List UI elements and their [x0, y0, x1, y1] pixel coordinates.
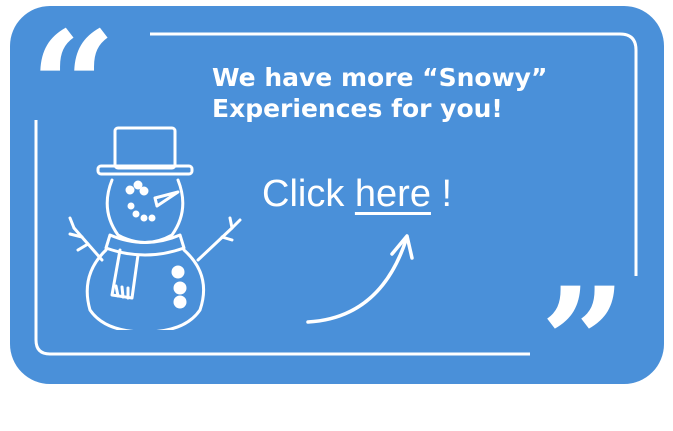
headline: We have more “Snowy” Experiences for you… [212, 62, 652, 124]
close-quote-icon: ” [540, 255, 627, 431]
cta-prefix: Click [262, 173, 355, 215]
headline-line-1: We have more “Snowy” [212, 63, 548, 92]
cta-suffix: ! [430, 173, 453, 215]
cta-text: Click here ! [262, 172, 452, 216]
curved-arrow-icon [306, 234, 414, 324]
snowman-icon [68, 126, 242, 330]
here-link[interactable]: here [355, 173, 431, 215]
headline-line-2: Experiences for you! [212, 94, 503, 123]
